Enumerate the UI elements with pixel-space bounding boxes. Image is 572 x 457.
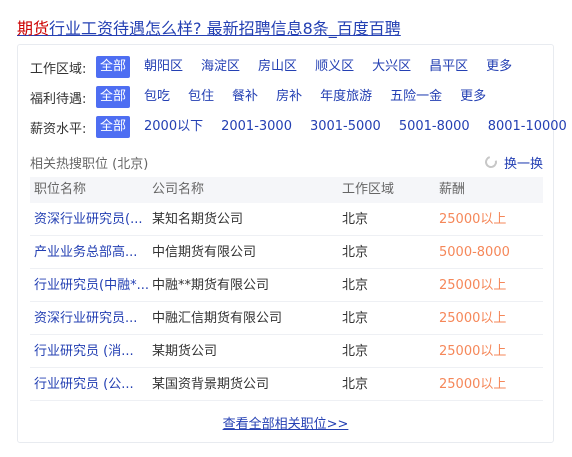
- welfare-option[interactable]: 包吃: [140, 86, 174, 108]
- refresh-icon: [482, 153, 500, 171]
- work-area: 北京: [342, 377, 369, 392]
- job-card: 工作区域: 全部 朝阳区 海淀区 房山区 顺义区 大兴区 昌平区 更多 福利待遇: 全部 包吃包…: [17, 44, 567, 443]
- welfare-option[interactable]: 餐补: [228, 86, 262, 108]
- salary-option[interactable]: 全部: [96, 116, 131, 138]
- table-row: 行业研究员(中融*... 中融**期货有限公司 北京 25000以上: [30, 269, 543, 302]
- welfare-option[interactable]: 更多: [456, 86, 490, 108]
- header-job-title: 职位名称: [34, 182, 87, 197]
- table-row: 行业研究员 (公... 某国资背景期货公司 北京 25000以上: [30, 368, 543, 401]
- table-row: 行业研究员 (消... 某期货公司 北京 25000以上: [30, 335, 543, 368]
- related-jobs-title: 相关热搜职位 (北京): [30, 156, 149, 172]
- salary: 25000以上: [439, 311, 507, 326]
- header-area: 工作区域: [342, 182, 395, 197]
- welfare-options: 全部 包吃 包住 餐补 房补 年度旅游 五险一金 更多: [96, 86, 500, 108]
- job-title-link[interactable]: 产业业务总部高...: [30, 236, 152, 268]
- table-header: 职位名称 公司名称 工作区域 薪酬: [30, 177, 543, 203]
- company-name: 某期货公司: [152, 344, 218, 359]
- jobs-table: 职位名称 公司名称 工作区域 薪酬 资深行业研究员(... 某知名期货公司 北京 25…: [30, 177, 543, 401]
- table-row: 产业业务总部高... 中信期货有限公司 北京 5000-8000: [30, 236, 543, 269]
- table-row: 资深行业研究员(... 某知名期货公司 北京 25000以上: [30, 203, 543, 236]
- salary-option[interactable]: 8001-10000: [484, 116, 571, 138]
- work-area: 北京: [342, 245, 369, 260]
- area-option[interactable]: 大兴区: [368, 56, 415, 78]
- job-title-link[interactable]: 资深行业研究员...: [30, 302, 152, 334]
- welfare-option[interactable]: 五险一金: [386, 86, 446, 108]
- company-name: 中融汇信期货有限公司: [152, 311, 283, 326]
- view-all-link[interactable]: 查看全部相关职位>>: [223, 417, 349, 432]
- welfare-option[interactable]: 房补: [272, 86, 306, 108]
- table-body: 资深行业研究员(... 某知名期货公司 北京 25000以上 产业业务总部高... 中信期…: [30, 203, 543, 401]
- salary-option[interactable]: 5001-8000: [395, 116, 474, 138]
- area-option[interactable]: 海淀区: [197, 56, 244, 78]
- salary: 25000以上: [439, 278, 507, 293]
- welfare-option[interactable]: 包住: [184, 86, 218, 108]
- job-title-link[interactable]: 资深行业研究员(...: [30, 203, 152, 235]
- company-name: 中融**期货有限公司: [152, 278, 270, 293]
- area-option[interactable]: 昌平区: [425, 56, 472, 78]
- area-filter-label: 工作区域:: [30, 61, 87, 77]
- salary-options: 全部 2000以下 2001-3000 3001-5000 5001-8000 8001-…: [96, 116, 572, 138]
- job-title-link[interactable]: 行业研究员(中融*...: [30, 269, 152, 301]
- welfare-filter-row: 福利待遇: 全部 包吃 包住 餐补 房补 年度旅游 五险一金 更多: [30, 85, 500, 109]
- salary-option[interactable]: 2001-3000: [217, 116, 296, 138]
- salary: 25000以上: [439, 377, 507, 392]
- work-area: 北京: [342, 278, 369, 293]
- job-title-link[interactable]: 行业研究员 (公...: [30, 368, 152, 400]
- company-name: 中信期货有限公司: [152, 245, 257, 260]
- view-all-row: 查看全部相关职位>>: [18, 413, 553, 432]
- area-option[interactable]: 朝阳区: [140, 56, 187, 78]
- area-filter-row: 工作区域: 全部 朝阳区 海淀区 房山区 顺义区 大兴区 昌平区 更多: [30, 55, 526, 79]
- header-salary: 薪酬: [439, 182, 466, 197]
- table-row: 资深行业研究员... 中融汇信期货有限公司 北京 25000以上: [30, 302, 543, 335]
- refresh-button[interactable]: 换一换: [482, 153, 543, 172]
- work-area: 北京: [342, 212, 369, 227]
- work-area: 北京: [342, 344, 369, 359]
- salary-option[interactable]: 3001-5000: [306, 116, 385, 138]
- area-option[interactable]: 更多: [482, 56, 516, 78]
- salary: 25000以上: [439, 212, 507, 227]
- page-title-link[interactable]: 期货行业工资待遇怎么样? 最新招聘信息8条_百度百聘: [17, 15, 401, 39]
- welfare-option[interactable]: 全部: [96, 86, 131, 108]
- title-keyword-highlight: 期货: [17, 19, 50, 38]
- area-option[interactable]: 顺义区: [311, 56, 358, 78]
- header-company: 公司名称: [152, 182, 205, 197]
- refresh-label: 换一换: [503, 156, 543, 172]
- related-jobs-header: 相关热搜职位 (北京) 换一换: [30, 153, 543, 172]
- welfare-filter-label: 福利待遇:: [30, 91, 87, 107]
- company-name: 某知名期货公司: [152, 212, 244, 227]
- salary-option[interactable]: 2000以下: [140, 116, 207, 138]
- area-option[interactable]: 房山区: [254, 56, 301, 78]
- area-options: 全部 朝阳区 海淀区 房山区 顺义区 大兴区 昌平区 更多: [96, 56, 526, 78]
- area-option[interactable]: 全部: [96, 56, 131, 78]
- salary: 5000-8000: [439, 245, 510, 260]
- salary: 25000以上: [439, 344, 507, 359]
- job-title-link[interactable]: 行业研究员 (消...: [30, 335, 152, 367]
- work-area: 北京: [342, 311, 369, 326]
- company-name: 某国资背景期货公司: [152, 377, 270, 392]
- salary-filter-label: 薪资水平:: [30, 121, 87, 137]
- welfare-option[interactable]: 年度旅游: [316, 86, 376, 108]
- salary-filter-row: 薪资水平: 全部 2000以下 2001-3000 3001-5000 5001-800…: [30, 115, 572, 139]
